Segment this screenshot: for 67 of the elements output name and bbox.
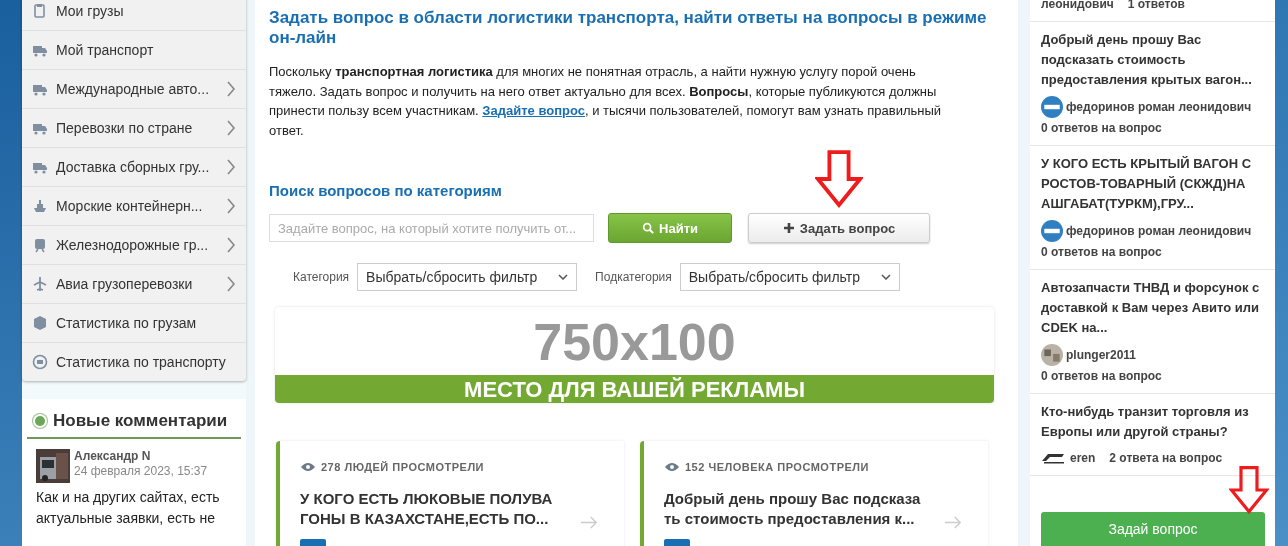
page-title: Задать вопрос в области логистики транспорта, найти ответы на вопросы в режиме он-лайн [269,8,988,48]
sidebar-item[interactable]: Доставка сборных гру... [22,148,246,187]
ask-link[interactable]: Задайте вопрос [482,103,585,118]
question-author[interactable]: федоринов роман леонидович [1066,221,1252,241]
caret-icon [880,274,891,280]
plus-icon [782,222,795,234]
banner-size: 750x100 [532,312,737,373]
question-title[interactable]: Добрый день прошу Вас подсказать стоимость предоставления крытых вагон... [1041,30,1265,90]
question-title[interactable]: Автозапчасти ТНВД и форсунок с доставкой к Вам через Авито или CDEK на... [1041,278,1265,338]
eye-icon [664,462,680,472]
search-icon [642,222,654,234]
question-author[interactable]: леонидович [1041,0,1114,14]
card-title: Добрый день прошу Вас подсказа ть стоимость предоставления к... [664,489,922,529]
category-tag [300,539,326,546]
sidebar-item[interactable]: Мой транспорт [22,31,246,70]
arrow-down-icon [815,150,863,208]
section-title: Новые комментарии [53,411,228,431]
sidebar-item[interactable]: Статистика по транспорту [22,343,246,381]
answer-count: 2 ответа на вопрос [1109,450,1223,467]
category-tag [664,539,690,546]
avatar-icon [1041,96,1063,118]
sidebar-item[interactable]: Мои грузы [22,0,246,31]
sidebar-item[interactable]: Авиа грузоперевозки [22,265,246,304]
intro-paragraph: Поскольку транспортная логистика для многих не понятная отрасль, а найти нужную услугу порой очень тяжело. Задать вопрос и получить на него ответ актуально для всех. Вопросы, которые публикуются должны принести пользу всем участникам. Задайте вопрос, и тысячи пользователей, помогут вам узнать правильный ответ. [269,63,943,140]
box-icon [32,315,48,331]
comment-text: Как и на других сайтах, есть актуальные заявки, есть не [36,488,221,528]
section-title: Поиск вопросов по категориям [269,182,503,199]
sidebar-item[interactable]: Статистика по грузам [22,304,246,343]
question-title[interactable]: Кто-нибудь транзит торговля из Европы или другой страны? [1041,402,1265,442]
answer-count: 1 ответов [1127,0,1185,13]
arrow-down-icon [1229,466,1269,514]
question-author[interactable]: plunger2011 [1066,345,1137,365]
view-count: 278 ЛЮДЕЙ ПРОСМОТРЕЛИ [321,461,485,473]
comment-date: 24 февраля 2023, 15:37 [74,464,208,479]
sidebar-item[interactable]: Международные авто... [22,70,246,109]
logo-icon [1041,452,1067,464]
train-icon [32,237,48,253]
answer-count: 0 ответов на вопрос [1041,244,1162,261]
clipboard-icon [32,3,48,19]
ask-question-button[interactable]: Задать вопрос [748,213,930,243]
filter-dropdown[interactable]: Выбрать/сбросить фильтр [357,263,578,291]
bullet-icon [35,416,45,426]
filter-label: Подкатегория [595,270,672,284]
sidebar-item[interactable]: Перевозки по стране [22,109,246,148]
answer-count: 0 ответов на вопрос [1041,120,1162,137]
ship-icon [32,198,48,214]
eye-icon [300,462,316,472]
sidebar-item[interactable]: Железнодорожные гр... [22,226,246,265]
question-author[interactable]: eren [1070,448,1096,468]
arrow-right-icon [944,516,962,529]
banner-caption: МЕСТО ДЛЯ ВАШЕЙ РЕКЛАМЫ [275,375,994,403]
sidebar-item[interactable]: Морские контейнерн... [22,187,246,226]
filter-label: Категория [293,270,350,284]
plane-icon [32,276,48,292]
answer-count: 0 ответов на вопрос [1041,368,1162,385]
search-field[interactable]: Задайте вопрос, на который хотите получить от... [269,214,594,242]
arrow-right-icon [580,516,598,529]
question-title[interactable]: У КОГО ЕСТЬ КРЫТЫЙ ВАГОН С РОСТОВ-ТОВАРНЫЙ (СКЖД)НА АШГАБАТ(ТУРКМ),ГРУ... [1041,154,1265,214]
view-count: 152 ЧЕЛОВЕКА ПРОСМОТРЕЛИ [685,461,869,473]
comment-author[interactable]: Александр N [74,449,208,464]
avatar-icon [1041,220,1063,242]
caret-icon [558,274,569,280]
filter-dropdown[interactable]: Выбрать/сбросить фильтр [679,263,900,291]
question-card[interactable]: 152 ЧЕЛОВЕКА ПРОСМОТРЕЛИ Добрый день прошу Вас подсказа ть стоимость предоставления к... [640,441,988,546]
question-author[interactable]: федоринов роман леонидович [1066,97,1252,117]
question-card[interactable]: 278 ЛЮДЕЙ ПРОСМОТРЕЛИ У КОГО ЕСТЬ ЛЮКОВЫЕ ПОЛУВА ГОНЫ В КАЗАХСТАНЕ,ЕСТЬ ПО... [276,441,624,546]
card-title: У КОГО ЕСТЬ ЛЮКОВЫЕ ПОЛУВА ГОНЫ В КАЗАХСТАНЕ,ЕСТЬ ПО... [300,489,554,529]
